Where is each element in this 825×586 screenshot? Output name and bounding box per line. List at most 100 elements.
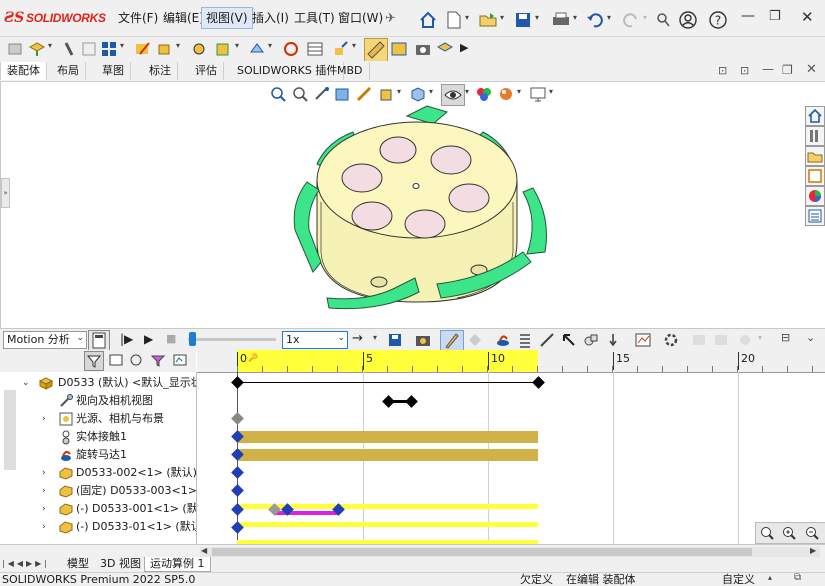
keypoint[interactable]	[405, 395, 418, 408]
restore-icon[interactable]: ❐	[769, 9, 781, 24]
chevron-down-icon[interactable]: ▾	[465, 87, 469, 96]
previous-view-icon[interactable]	[313, 85, 331, 103]
viewport-close-icon[interactable]: ✕	[806, 62, 817, 77]
chevron-down-icon[interactable]: ▾	[517, 87, 521, 96]
timeline-area[interactable]: 0 🔑 5 10 15 20	[197, 350, 825, 544]
collapse-motion-manager-icon[interactable]: ⊟	[781, 331, 790, 344]
chevron-down-icon[interactable]: ▾	[176, 41, 180, 50]
contact-icon[interactable]	[582, 331, 600, 349]
keypoint[interactable]	[231, 484, 244, 497]
collapse-arrow-icon[interactable]: ⌄	[22, 374, 30, 392]
chevron-down-icon[interactable]: ▾	[500, 13, 504, 22]
menu-view[interactable]: 视图(V)	[201, 7, 253, 29]
update-speedpak-icon[interactable]	[390, 40, 408, 58]
autokey-button[interactable]	[440, 330, 464, 351]
new-document-icon[interactable]	[445, 10, 463, 30]
scroll-thumb[interactable]	[212, 548, 752, 556]
keypoint[interactable]	[231, 376, 244, 389]
zoom-in-icon[interactable]	[759, 525, 775, 541]
chevron-down-icon[interactable]: ▾	[549, 87, 553, 96]
filter-results-icon[interactable]	[172, 352, 188, 368]
tab-sketch[interactable]: 草图	[96, 62, 131, 80]
take-snapshot-icon[interactable]	[414, 40, 432, 58]
insert-component-icon[interactable]	[28, 40, 46, 58]
expand-arrow-icon[interactable]: ›	[42, 410, 46, 428]
animation-wizard-icon[interactable]	[414, 331, 432, 349]
tree-row-part-01[interactable]: › (-) D0533-01<1> (默认) ·	[0, 518, 196, 536]
solidworks-resources-icon[interactable]	[805, 106, 825, 126]
reference-geometry-icon[interactable]	[248, 40, 266, 58]
apply-scene-icon[interactable]	[497, 85, 515, 103]
calculate-button[interactable]	[88, 330, 110, 351]
filter-button[interactable]	[84, 351, 104, 371]
home-icon[interactable]	[418, 10, 438, 30]
motor-duration-bar[interactable]	[237, 449, 538, 461]
tab-motion-study-1[interactable]: 运动算例 1	[144, 557, 211, 572]
large-assembly-icon[interactable]	[436, 40, 454, 58]
edit-appearance-icon[interactable]	[475, 85, 493, 103]
assembly-features-icon[interactable]	[214, 40, 232, 58]
keypoint[interactable]	[231, 466, 244, 479]
unit-system[interactable]: 自定义	[722, 573, 755, 586]
playback-mode-icon[interactable]: →	[352, 331, 363, 346]
tab-nav-arrows[interactable]: |◀◀▶▶|	[2, 559, 56, 571]
filter-animated-icon[interactable]	[108, 352, 124, 368]
zoom-area-icon[interactable]	[291, 85, 309, 103]
keypoint[interactable]	[231, 412, 244, 425]
assembly-model[interactable]	[277, 102, 557, 314]
study-type-select[interactable]: Motion 分析 ⌄	[3, 331, 87, 349]
contact-duration-bar[interactable]	[237, 431, 538, 443]
open-folder-icon[interactable]	[478, 10, 498, 30]
chevron-down-icon[interactable]: ▾	[268, 41, 272, 50]
search-commands-icon[interactable]	[656, 12, 670, 28]
custom-properties-icon[interactable]	[805, 206, 825, 226]
move-component-icon[interactable]	[156, 40, 174, 58]
pattern-icon[interactable]	[100, 40, 118, 58]
expand-arrow-icon[interactable]: ›	[42, 464, 46, 482]
menu-file[interactable]: 文件(F)	[114, 8, 162, 28]
menu-window[interactable]: 窗口(W)	[334, 8, 387, 28]
zoom-to-fit-icon[interactable]	[269, 85, 287, 103]
print-icon[interactable]	[551, 11, 571, 29]
chevron-down-icon[interactable]: ▾	[465, 13, 469, 22]
dynamic-annotation-icon[interactable]	[355, 85, 373, 103]
scroll-left-icon[interactable]: ◀	[201, 546, 207, 555]
minimize-icon[interactable]: —	[741, 8, 755, 24]
chevron-down-icon[interactable]: ▾	[607, 13, 611, 22]
help-icon[interactable]: ?	[709, 11, 727, 29]
bill-of-materials-icon[interactable]	[306, 40, 324, 58]
chevron-down-icon[interactable]: ▾	[397, 87, 401, 96]
chevron-down-icon[interactable]: ▾	[535, 13, 539, 22]
close-icon[interactable]: ✕	[801, 8, 814, 26]
tree-row-root[interactable]: ⌄ D0533 (默认) <默认_显示状态	[0, 374, 196, 392]
tree-row-contact[interactable]: 实体接触1	[0, 428, 196, 446]
tab-assembly[interactable]: 装配体	[0, 62, 47, 80]
smart-fastener-icon[interactable]	[6, 40, 24, 58]
tab-3d-view[interactable]: 3D 视图	[95, 557, 146, 571]
feature-manager-collapse-handle[interactable]: »	[1, 178, 10, 208]
chevron-down-icon[interactable]: ▾	[429, 87, 433, 96]
viewport-option-icon[interactable]: ⊡	[718, 64, 727, 77]
graphics-area[interactable]: ▾ ▾ ▾ ▾ ▾ »	[0, 82, 825, 328]
viewport-restore-icon[interactable]: ⊡	[740, 64, 749, 77]
display-style-icon[interactable]	[409, 85, 427, 103]
tab-evaluate[interactable]: 评估	[189, 62, 224, 80]
tab-mbd[interactable]: MBD	[331, 62, 370, 80]
motor-icon[interactable]	[494, 331, 512, 349]
zoom-to-fit-timeline-icon[interactable]	[781, 525, 797, 541]
viewport-minimize-icon[interactable]: —	[762, 62, 774, 76]
play-icon[interactable]: ▶	[144, 332, 153, 346]
new-motion-study-icon[interactable]	[282, 40, 300, 58]
spring-icon[interactable]	[516, 331, 534, 349]
expand-arrow-icon[interactable]: ›	[42, 518, 46, 536]
tab-markup[interactable]: 标注	[143, 62, 178, 80]
tree-row-camera-views[interactable]: 视向及相机视图	[0, 392, 196, 410]
damper-icon[interactable]	[538, 331, 556, 349]
view-settings-icon[interactable]	[529, 85, 547, 103]
mate-icon[interactable]	[60, 40, 78, 58]
chevron-down-icon[interactable]: ▾	[48, 41, 52, 50]
view-orientation-icon[interactable]	[377, 85, 395, 103]
chevron-down-icon[interactable]: ▾	[120, 41, 124, 50]
design-library-icon[interactable]	[805, 126, 825, 146]
force-icon[interactable]	[560, 331, 578, 349]
